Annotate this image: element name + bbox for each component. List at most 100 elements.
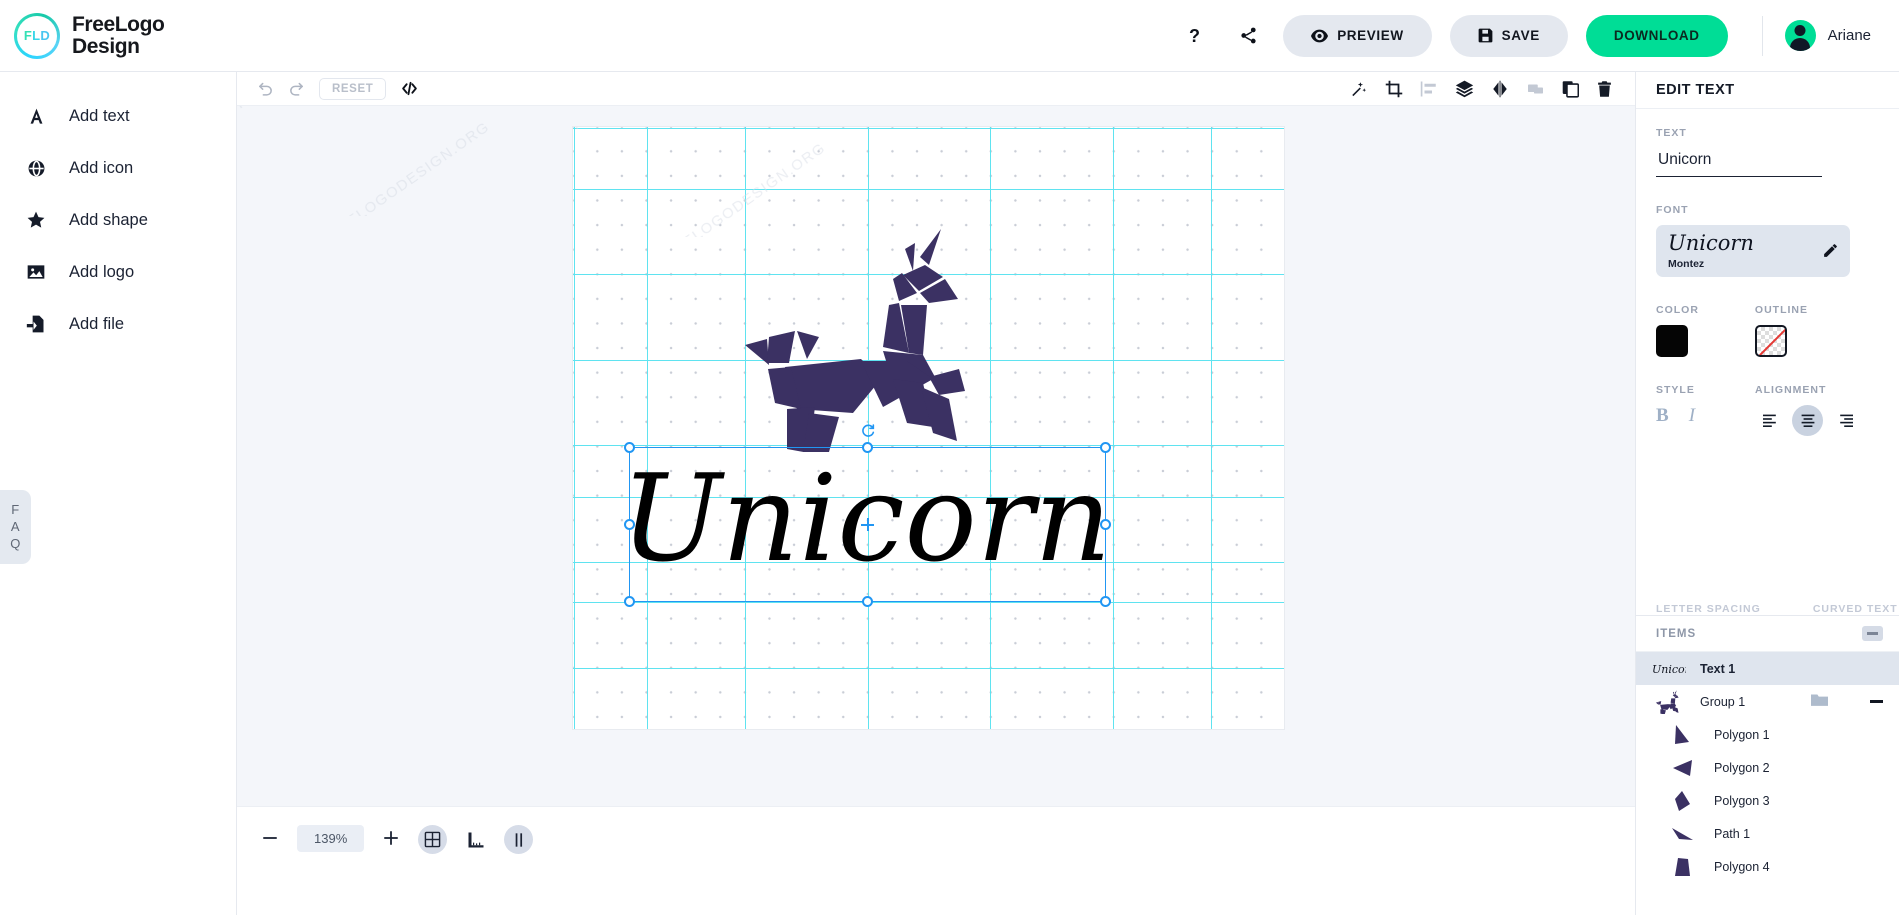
faq-tab[interactable]: F A Q <box>0 490 31 564</box>
bottom-toolbar: 139% <box>237 806 1635 915</box>
grid-toggle-button[interactable] <box>418 825 447 854</box>
unicorn-thumb <box>1652 690 1686 714</box>
item-label: Text 1 <box>1700 662 1735 676</box>
left-sidebar: Add text Add icon Add shape <box>0 72 237 915</box>
share-icon[interactable] <box>1231 19 1265 53</box>
crop-icon[interactable] <box>1385 80 1403 98</box>
download-button[interactable]: DOWNLOAD <box>1586 15 1728 57</box>
zoom-out-button[interactable] <box>257 825 283 851</box>
folder-icon[interactable] <box>1811 693 1828 711</box>
sidebar-label: Add text <box>69 107 130 126</box>
unicorn-artwork[interactable] <box>743 227 993 452</box>
list-item-polygon-1[interactable]: Polygon 1 <box>1636 718 1899 751</box>
color-label: COLOR <box>1656 304 1699 316</box>
user-name: Ariane <box>1828 27 1871 44</box>
redo-icon[interactable] <box>288 80 305 97</box>
align-center-button[interactable] <box>1792 405 1823 436</box>
zoom-in-button[interactable] <box>378 825 404 851</box>
canvas-stage[interactable]: FREELOGODESIGN.ORG <box>237 106 1635 806</box>
polygon-4-thumb <box>1666 857 1700 877</box>
undo-icon[interactable] <box>257 80 274 97</box>
script-word-thumb: Unicorn <box>1652 662 1686 676</box>
outline-color-swatch[interactable] <box>1755 325 1787 357</box>
guides-toggle-button[interactable] <box>504 825 533 854</box>
faq-letter-q: Q <box>10 536 21 551</box>
layers-icon[interactable] <box>1455 79 1474 98</box>
item-label: Path 1 <box>1714 827 1750 841</box>
sidebar-item-add-text[interactable]: Add text <box>0 90 236 142</box>
list-item-group-1[interactable]: Group 1 <box>1636 685 1899 718</box>
save-button[interactable]: SAVE <box>1450 15 1568 57</box>
reset-button[interactable]: RESET <box>319 78 386 100</box>
duplicate-icon[interactable] <box>1562 80 1579 98</box>
list-item-polygon-2[interactable]: Polygon 2 <box>1636 751 1899 784</box>
panel-title: EDIT TEXT <box>1636 72 1899 109</box>
items-label: ITEMS <box>1656 628 1696 640</box>
item-label: Polygon 3 <box>1714 794 1770 808</box>
align-right-button[interactable] <box>1829 405 1860 436</box>
group-icon[interactable] <box>1526 80 1545 98</box>
fld-letter-f: F <box>24 28 32 43</box>
trash-icon[interactable] <box>1596 80 1613 98</box>
align-left-button[interactable] <box>1755 405 1786 436</box>
fld-circle-icon: FLD <box>14 13 60 59</box>
star-icon <box>25 210 47 230</box>
brand-logo[interactable]: FLD FreeLogo Design <box>0 13 250 59</box>
item-label: Polygon 1 <box>1714 728 1770 742</box>
font-selector[interactable]: Unicorn Montez <box>1656 225 1850 277</box>
curved-text-label: CURVED TEXT <box>1813 603 1898 615</box>
preview-button[interactable]: PREVIEW <box>1283 15 1431 57</box>
top-bar: FLD FreeLogo Design ? <box>0 0 1899 72</box>
brand-name: FreeLogo Design <box>72 14 164 57</box>
collapse-items-button[interactable] <box>1862 626 1883 641</box>
editor-toolbar: RESET <box>237 72 1635 106</box>
magic-wand-icon[interactable] <box>1350 80 1368 98</box>
watermark-background: FREELOGODESIGN.ORG <box>237 106 497 216</box>
preview-label: PREVIEW <box>1337 28 1403 43</box>
sidebar-item-add-logo[interactable]: Add logo <box>0 246 236 298</box>
bold-button[interactable]: B <box>1656 405 1669 427</box>
list-item-text-1[interactable]: Unicorn Text 1 <box>1636 652 1899 685</box>
zoom-level-value[interactable]: 139% <box>297 825 364 852</box>
list-item-polygon-4[interactable]: Polygon 4 <box>1636 850 1899 883</box>
download-label: DOWNLOAD <box>1614 28 1700 43</box>
pencil-icon[interactable] <box>1822 242 1839 264</box>
item-label: Group 1 <box>1700 695 1745 709</box>
file-upload-icon <box>25 314 47 334</box>
text-color-swatch[interactable] <box>1656 325 1688 357</box>
question-mark-icon[interactable]: ? <box>1179 19 1213 53</box>
user-menu[interactable]: Ariane <box>1785 20 1889 51</box>
flip-horizontal-icon[interactable] <box>1491 80 1509 98</box>
avatar <box>1785 20 1816 51</box>
unicorn-script-text: Unicorn <box>621 442 1111 602</box>
floppy-disk-icon <box>1478 28 1493 43</box>
collapse-group-icon[interactable] <box>1870 700 1883 703</box>
align-icon[interactable] <box>1420 80 1438 98</box>
eye-icon <box>1311 29 1328 43</box>
edit-text-form: TEXT FONT Unicorn Montez COLOR <box>1636 109 1899 615</box>
svg-text:?: ? <box>1189 26 1200 46</box>
path-1-thumb <box>1666 826 1700 842</box>
sidebar-item-add-shape[interactable]: Add shape <box>0 194 236 246</box>
artboard[interactable]: Unicorn <box>572 126 1285 730</box>
sidebar-item-add-file[interactable]: Add file <box>0 298 236 350</box>
items-list[interactable]: Unicorn Text 1 Group 1 <box>1636 652 1899 915</box>
top-actions: ? PREVIEW SAVE <box>1179 15 1899 57</box>
sidebar-item-add-icon[interactable]: Add icon <box>0 142 236 194</box>
sidebar-label: Add shape <box>69 211 148 230</box>
item-label: Polygon 4 <box>1714 860 1770 874</box>
items-section-header: ITEMS <box>1636 615 1899 652</box>
text-input[interactable] <box>1656 148 1822 177</box>
image-icon <box>25 262 47 282</box>
list-item-path-1[interactable]: Path 1 <box>1636 817 1899 850</box>
list-item-polygon-3[interactable]: Polygon 3 <box>1636 784 1899 817</box>
font-preview-text: Unicorn <box>1668 233 1754 254</box>
style-label: STYLE <box>1656 384 1715 396</box>
code-icon[interactable] <box>400 80 419 97</box>
italic-button[interactable]: I <box>1689 405 1695 427</box>
polygon-3-thumb <box>1666 790 1700 812</box>
letter-a-icon <box>25 107 47 126</box>
globe-icon <box>25 159 47 178</box>
ruler-toggle-button[interactable] <box>461 825 490 854</box>
logo-text-object[interactable]: Unicorn <box>621 442 1111 602</box>
